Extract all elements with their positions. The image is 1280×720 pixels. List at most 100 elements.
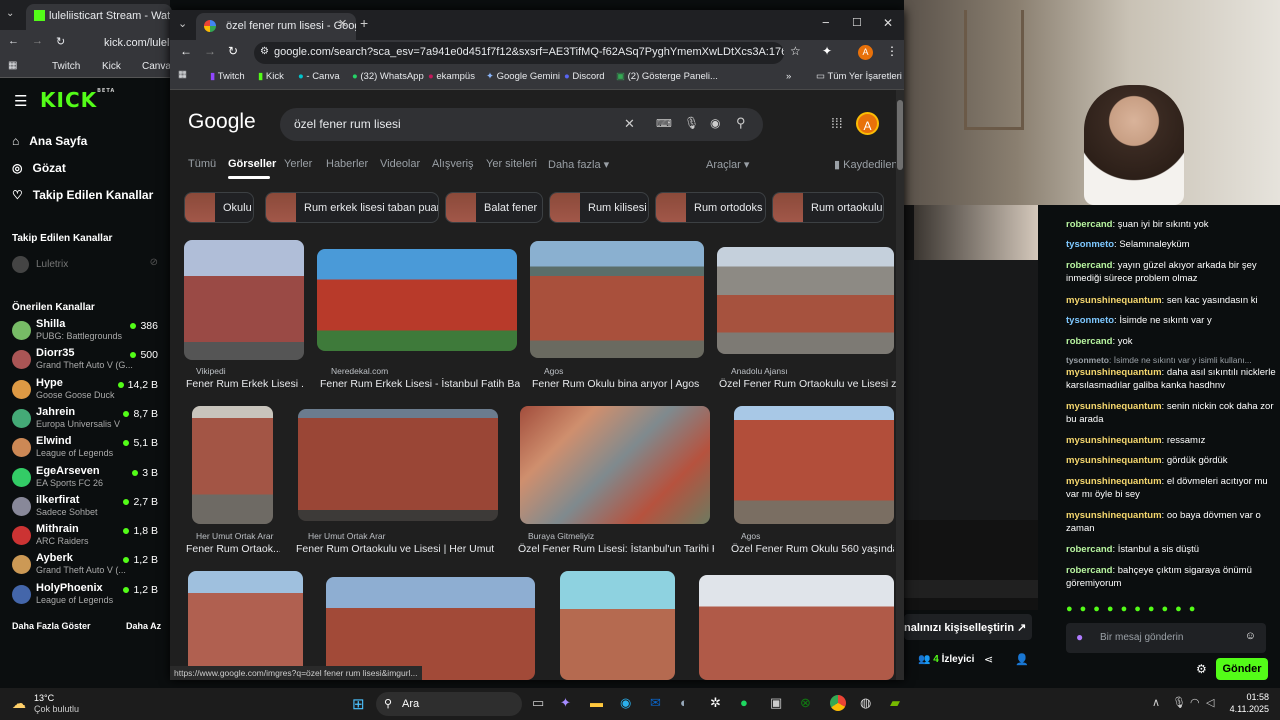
chip-rum-ortaokulu[interactable]: Rum ortaokulu <box>772 192 884 223</box>
back-icon[interactable]: ← <box>180 44 192 58</box>
steam-icon[interactable]: ◐ <box>680 695 688 710</box>
spotify-icon[interactable]: ● <box>740 695 748 710</box>
result-image[interactable] <box>560 571 675 680</box>
tab-list-icon[interactable]: ⌄ <box>178 17 187 30</box>
result-image[interactable] <box>317 249 517 351</box>
app-icon[interactable]: ▣ <box>770 695 782 711</box>
nav-browse[interactable]: ◎ Gözat <box>12 161 66 175</box>
result-image[interactable] <box>520 406 710 524</box>
chat-username[interactable]: robercand <box>1066 219 1112 230</box>
account-avatar[interactable]: A <box>856 112 879 135</box>
result-title[interactable]: Özel Fener Rum Lisesi: İstanbul'un Tarih… <box>518 543 714 555</box>
recommended-channel[interactable]: Ayberk Grand Theft Auto V (... 1,2 B <box>12 552 162 580</box>
result-image[interactable] <box>326 577 535 680</box>
chat-settings-icon[interactable]: ⚙ <box>1196 662 1207 676</box>
reload-icon[interactable]: ↻ <box>228 44 238 58</box>
personalize-banner[interactable]: nalınızı kişiselleştirin ↗ <box>904 614 1032 640</box>
tray-overflow-icon[interactable]: ∧ <box>1152 696 1160 709</box>
extensions-icon[interactable]: ✦ <box>822 44 832 58</box>
result-image[interactable] <box>184 240 304 360</box>
result-image[interactable] <box>298 409 498 521</box>
active-tab[interactable]: özel fener rum lisesi - Google'da <box>196 13 356 40</box>
recommended-channel[interactable]: Shilla PUBG: Battlegrounds 386 <box>12 318 162 346</box>
tab-more[interactable]: Daha fazla ▾ <box>548 158 609 171</box>
clock-time[interactable]: 01:58 <box>1221 692 1269 702</box>
all-bookmarks[interactable]: ▭ Tüm Yer İşaretleri <box>816 71 902 82</box>
result-image[interactable] <box>188 571 303 680</box>
bookmark-gemini[interactable]: ✦ Google Gemini <box>486 71 560 82</box>
mic-icon[interactable]: 🎙 <box>684 116 699 130</box>
clear-icon[interactable]: ✕ <box>624 116 635 132</box>
recommended-channel[interactable]: EgeArseven EA Sports FC 26 3 B <box>12 465 162 493</box>
edge-icon[interactable]: ◉ <box>620 695 631 711</box>
bookmark-twitch[interactable]: Twitch <box>52 61 80 72</box>
result-source[interactable]: Her Umut Ortak Arar <box>196 531 273 541</box>
result-title[interactable]: Fener Rum Erkek Lisesi ... <box>186 378 304 390</box>
lens-icon[interactable]: ◉ <box>710 116 720 130</box>
stream-preview[interactable] <box>904 205 1038 610</box>
bookmark-kick[interactable]: ▮ Kick <box>258 71 284 82</box>
result-image[interactable] <box>699 575 894 680</box>
chat-input[interactable]: ● Bir mesaj gönderin ☺ <box>1066 623 1266 653</box>
send-button[interactable]: Gönder <box>1216 658 1268 680</box>
result-source[interactable]: Buraya Gitmeliyiz <box>528 531 594 541</box>
recommended-channel[interactable]: Elwind League of Legends 5,1 B <box>12 435 162 463</box>
tab-videos[interactable]: Videolar <box>380 158 420 170</box>
recommended-channel[interactable]: Jahrein Europa Universalis V 8,7 B <box>12 406 162 434</box>
chat-username[interactable]: mysunshinequantum <box>1066 435 1162 446</box>
back-icon[interactable]: ← <box>8 35 19 47</box>
tab-sites[interactable]: Yer siteleri <box>486 158 537 170</box>
chat-username[interactable]: robercand <box>1066 260 1112 271</box>
tab-all[interactable]: Tümü <box>188 158 216 170</box>
forward-icon[interactable]: → <box>204 44 216 58</box>
recommended-channel[interactable]: Hype Goose Goose Duck 14,2 B <box>12 377 162 405</box>
google-apps-icon[interactable]: ⁞⁞⁞ <box>831 115 843 131</box>
chat-username[interactable]: mysunshinequantum <box>1066 367 1162 378</box>
reload-icon[interactable]: ↻ <box>56 35 65 48</box>
chat-username[interactable]: tysonmeto <box>1066 239 1114 250</box>
task-view-icon[interactable]: ▭ <box>532 695 544 711</box>
chip-rum-ortodoks[interactable]: Rum ortodoks <box>655 192 766 223</box>
chatgpt-icon[interactable]: ✲ <box>710 695 721 711</box>
xbox-icon[interactable]: ⊗ <box>800 695 811 711</box>
address-bar[interactable]: ⚙ google.com/search?sca_esv=7a941e0d451f… <box>254 42 784 64</box>
weather-widget[interactable]: ☁ 13°C Çok bulutlu <box>12 693 82 717</box>
result-source[interactable]: Agos <box>741 531 760 541</box>
taskbar-search[interactable]: ⚲ Ara <box>376 692 522 716</box>
file-explorer-icon[interactable]: ▬ <box>590 695 603 710</box>
tab-places[interactable]: Yerler <box>284 158 312 170</box>
forward-icon[interactable]: → <box>32 35 43 47</box>
wifi-icon[interactable]: ◠ <box>1190 696 1200 709</box>
result-title[interactable]: Fener Rum Erkek Lisesi - İstanbul Fatih … <box>320 378 520 390</box>
result-image[interactable] <box>530 241 704 358</box>
chip-okulu[interactable]: Okulu <box>184 192 254 223</box>
chip-rum-kilisesi[interactable]: Rum kilisesi <box>549 192 649 223</box>
recommended-channel[interactable]: ilkerfirat Sadece Sohbet 2,7 B <box>12 494 162 522</box>
tab-shopping[interactable]: Alışveriş <box>432 158 474 170</box>
recommended-channel[interactable]: Diorr35 Grand Theft Auto V (G... 500 <box>12 347 162 375</box>
chat-username[interactable]: mysunshinequantum <box>1066 295 1162 306</box>
keyboard-icon[interactable]: ⌨ <box>656 117 672 130</box>
tab-images[interactable]: Görseller <box>228 158 276 170</box>
kick-logo[interactable]: KICKBETA <box>40 88 115 112</box>
page-scrollbar[interactable] <box>896 90 904 680</box>
background-tab[interactable]: luleliisticart Stream - Watch Live <box>26 4 172 30</box>
close-icon[interactable]: ✕ <box>883 16 893 30</box>
emoji-icon[interactable]: ☺ <box>1245 630 1256 642</box>
mic-tray-icon[interactable]: 🎙 <box>1172 696 1186 709</box>
chat-username[interactable]: tysonmeto <box>1066 355 1109 365</box>
search-box[interactable]: özel fener rum lisesi ✕ ⌨ 🎙 ◉ ⚲ <box>280 108 763 141</box>
chip-taban-puani[interactable]: Rum erkek lisesi taban puanı <box>265 192 439 223</box>
bookmark-canva[interactable]: Canva <box>142 61 171 72</box>
apps-icon[interactable]: ▦ <box>178 69 187 80</box>
profile-avatar[interactable]: A <box>858 45 873 60</box>
result-image[interactable] <box>717 247 894 354</box>
more-bookmarks-icon[interactable]: » <box>786 71 791 82</box>
bookmark-discord[interactable]: ● Discord <box>564 71 605 82</box>
chat-username[interactable]: robercand <box>1066 565 1112 576</box>
result-source[interactable]: Agos <box>544 366 563 376</box>
bookmark-ekampus[interactable]: ● ekampüs <box>428 71 475 82</box>
result-title[interactable]: Fener Rum Ortaok... <box>186 543 280 555</box>
result-title[interactable]: Özel Fener Rum Okulu 560 yaşında | ... <box>731 543 894 555</box>
new-tab-icon[interactable]: + <box>360 15 368 31</box>
